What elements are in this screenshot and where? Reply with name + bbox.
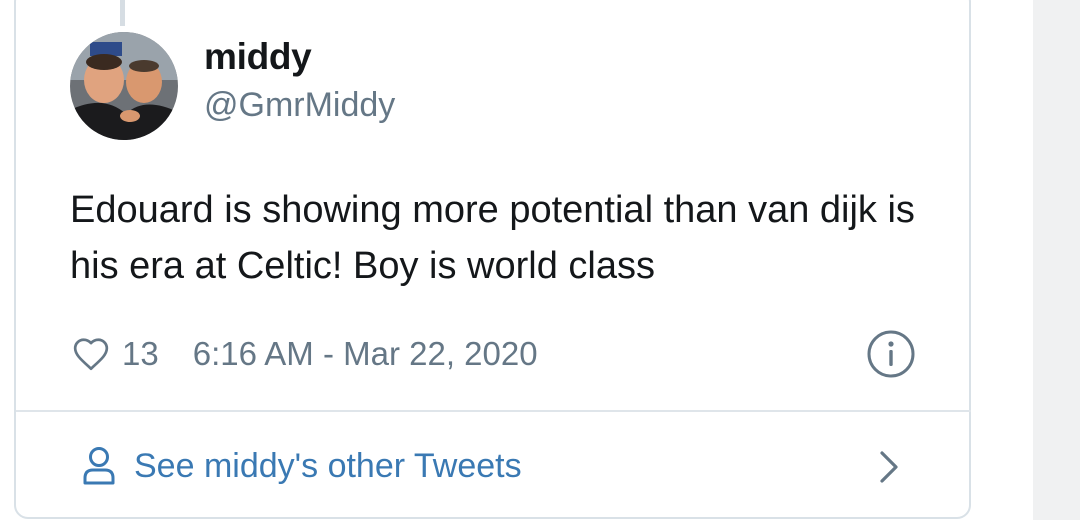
tweet-meta: 13 6:16 AM - Mar 22, 2020 bbox=[72, 330, 538, 378]
author-display-name[interactable]: middy bbox=[204, 36, 312, 78]
avatar[interactable] bbox=[70, 32, 178, 140]
avatar-photo bbox=[70, 32, 178, 140]
like-button[interactable]: 13 bbox=[72, 335, 159, 373]
thread-connector bbox=[120, 0, 125, 26]
heart-icon bbox=[73, 338, 109, 371]
see-other-tweets-label: See middy's other Tweets bbox=[134, 446, 522, 485]
info-button[interactable] bbox=[866, 329, 916, 379]
like-count: 13 bbox=[122, 335, 159, 372]
footer-divider bbox=[16, 410, 971, 412]
see-other-tweets-link[interactable]: See middy's other Tweets bbox=[82, 440, 522, 492]
background-strip bbox=[1033, 0, 1080, 520]
more-tweets-chevron[interactable] bbox=[874, 448, 904, 486]
author-handle[interactable]: @GmrMiddy bbox=[204, 86, 395, 125]
tweet-timestamp[interactable]: 6:16 AM - Mar 22, 2020 bbox=[193, 335, 538, 373]
chevron-right-icon bbox=[880, 451, 898, 483]
info-icon bbox=[867, 330, 915, 378]
tweet-text: Edouard is showing more potential than v… bbox=[70, 189, 915, 287]
person-icon bbox=[83, 447, 115, 485]
